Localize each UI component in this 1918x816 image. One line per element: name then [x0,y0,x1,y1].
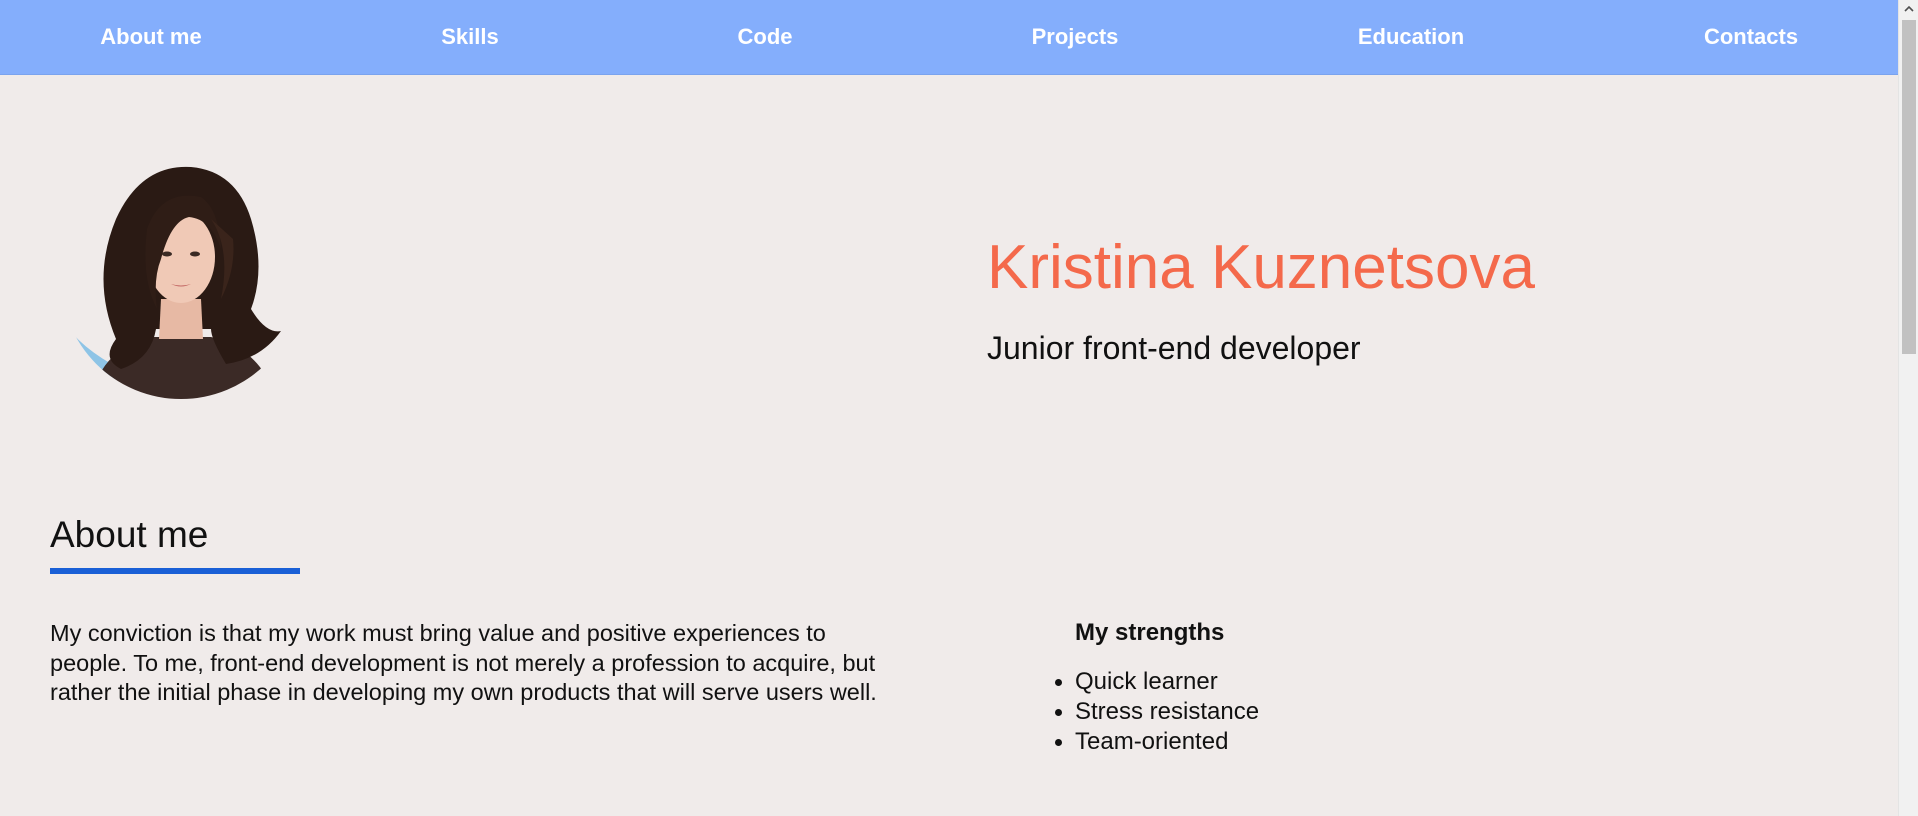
nav-link-code[interactable]: Code [738,0,793,74]
section-title-underline [50,568,300,574]
vertical-scrollbar[interactable] [1898,0,1918,816]
list-item: Team-oriented [1054,727,1259,757]
nav-link-about-me[interactable]: About me [100,0,201,74]
list-item: Quick learner [1054,667,1259,697]
about-paragraph-line: rather the initial phase in developing m… [50,679,877,705]
list-item: Stress resistance [1054,698,1260,725]
about-paragraph-line: My conviction is that my work must bring… [50,620,826,646]
strengths-list: Quick learner Stress resistance Team-ori… [1054,667,1260,757]
section-title-about-me: About me [50,514,209,555]
strengths-title: My strengths [1075,619,1225,646]
scrollbar-thumb[interactable] [1902,20,1916,354]
profile-photo-illustration [61,159,301,399]
about-paragraph: My conviction is that my work must bring… [50,619,950,708]
page: About me Skills Code Projects Education … [0,0,1898,816]
profile-photo [61,159,301,399]
profile-name: Kristina Kuznetsova [987,233,1535,302]
nav-link-skills[interactable]: Skills [441,0,498,74]
top-nav: About me Skills Code Projects Education … [0,0,1898,75]
nav-link-education[interactable]: Education [1358,0,1464,74]
about-paragraph-line: people. To me, front-end development is … [50,649,876,676]
profile-role: Junior front-end developer [987,330,1361,366]
scroll-up-arrow-icon[interactable] [1899,0,1918,18]
nav-link-projects[interactable]: Projects [1032,0,1119,74]
nav-link-contacts[interactable]: Contacts [1704,0,1798,74]
